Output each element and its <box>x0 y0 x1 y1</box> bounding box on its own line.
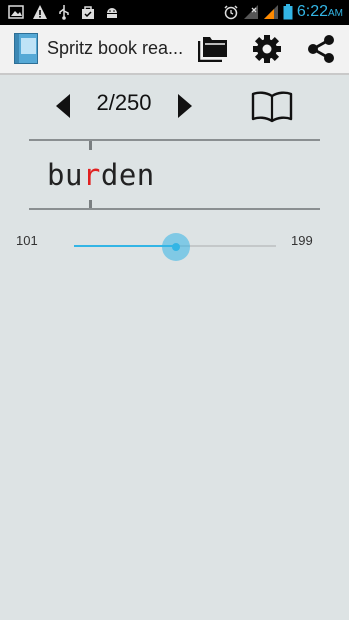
gear-icon <box>253 35 281 63</box>
reader-bottom-rule <box>29 208 320 210</box>
status-bar: 6:22AM <box>0 0 349 25</box>
clock: 6:22AM <box>296 3 343 20</box>
usb-icon <box>59 5 69 20</box>
gallery-icon <box>8 5 24 19</box>
triangle-left-icon <box>56 94 70 118</box>
share-button[interactable] <box>303 31 339 67</box>
android-icon <box>107 8 117 18</box>
triangle-right-icon <box>178 94 192 118</box>
app-logo-icon[interactable] <box>14 33 38 64</box>
next-page-button[interactable] <box>170 88 200 124</box>
page-indicator: 2/250 <box>96 90 152 115</box>
battery-icon <box>283 4 293 20</box>
speed-max-label: 199 <box>291 233 313 248</box>
settings-button[interactable] <box>249 31 285 67</box>
bag-icon <box>82 6 94 19</box>
action-bar: Spritz book rea... <box>0 25 349 75</box>
previous-page-button[interactable] <box>50 88 80 124</box>
word-suffix: den <box>100 158 155 192</box>
warning-icon <box>33 5 47 19</box>
speed-slider-fill <box>74 245 176 247</box>
word-prefix: bu <box>47 158 83 192</box>
open-book-icon <box>251 91 293 123</box>
app-title: Spritz book rea... <box>47 38 184 58</box>
open-folder-button[interactable] <box>195 31 231 67</box>
folder-icon <box>198 37 227 62</box>
reader-top-rule <box>29 139 320 141</box>
focus-marker-top <box>89 141 92 150</box>
book-chapters-button[interactable] <box>250 88 294 124</box>
signal-empty-icon <box>243 5 258 19</box>
spritz-word: burden <box>47 158 155 192</box>
alarm-icon <box>224 5 238 20</box>
word-pivot-letter: r <box>82 158 101 192</box>
share-icon <box>308 35 334 63</box>
signal-orange-icon <box>263 5 278 19</box>
speed-min-label: 101 <box>16 233 38 248</box>
speed-slider-thumb-dot <box>172 243 180 251</box>
speed-slider-thumb[interactable] <box>162 233 190 261</box>
